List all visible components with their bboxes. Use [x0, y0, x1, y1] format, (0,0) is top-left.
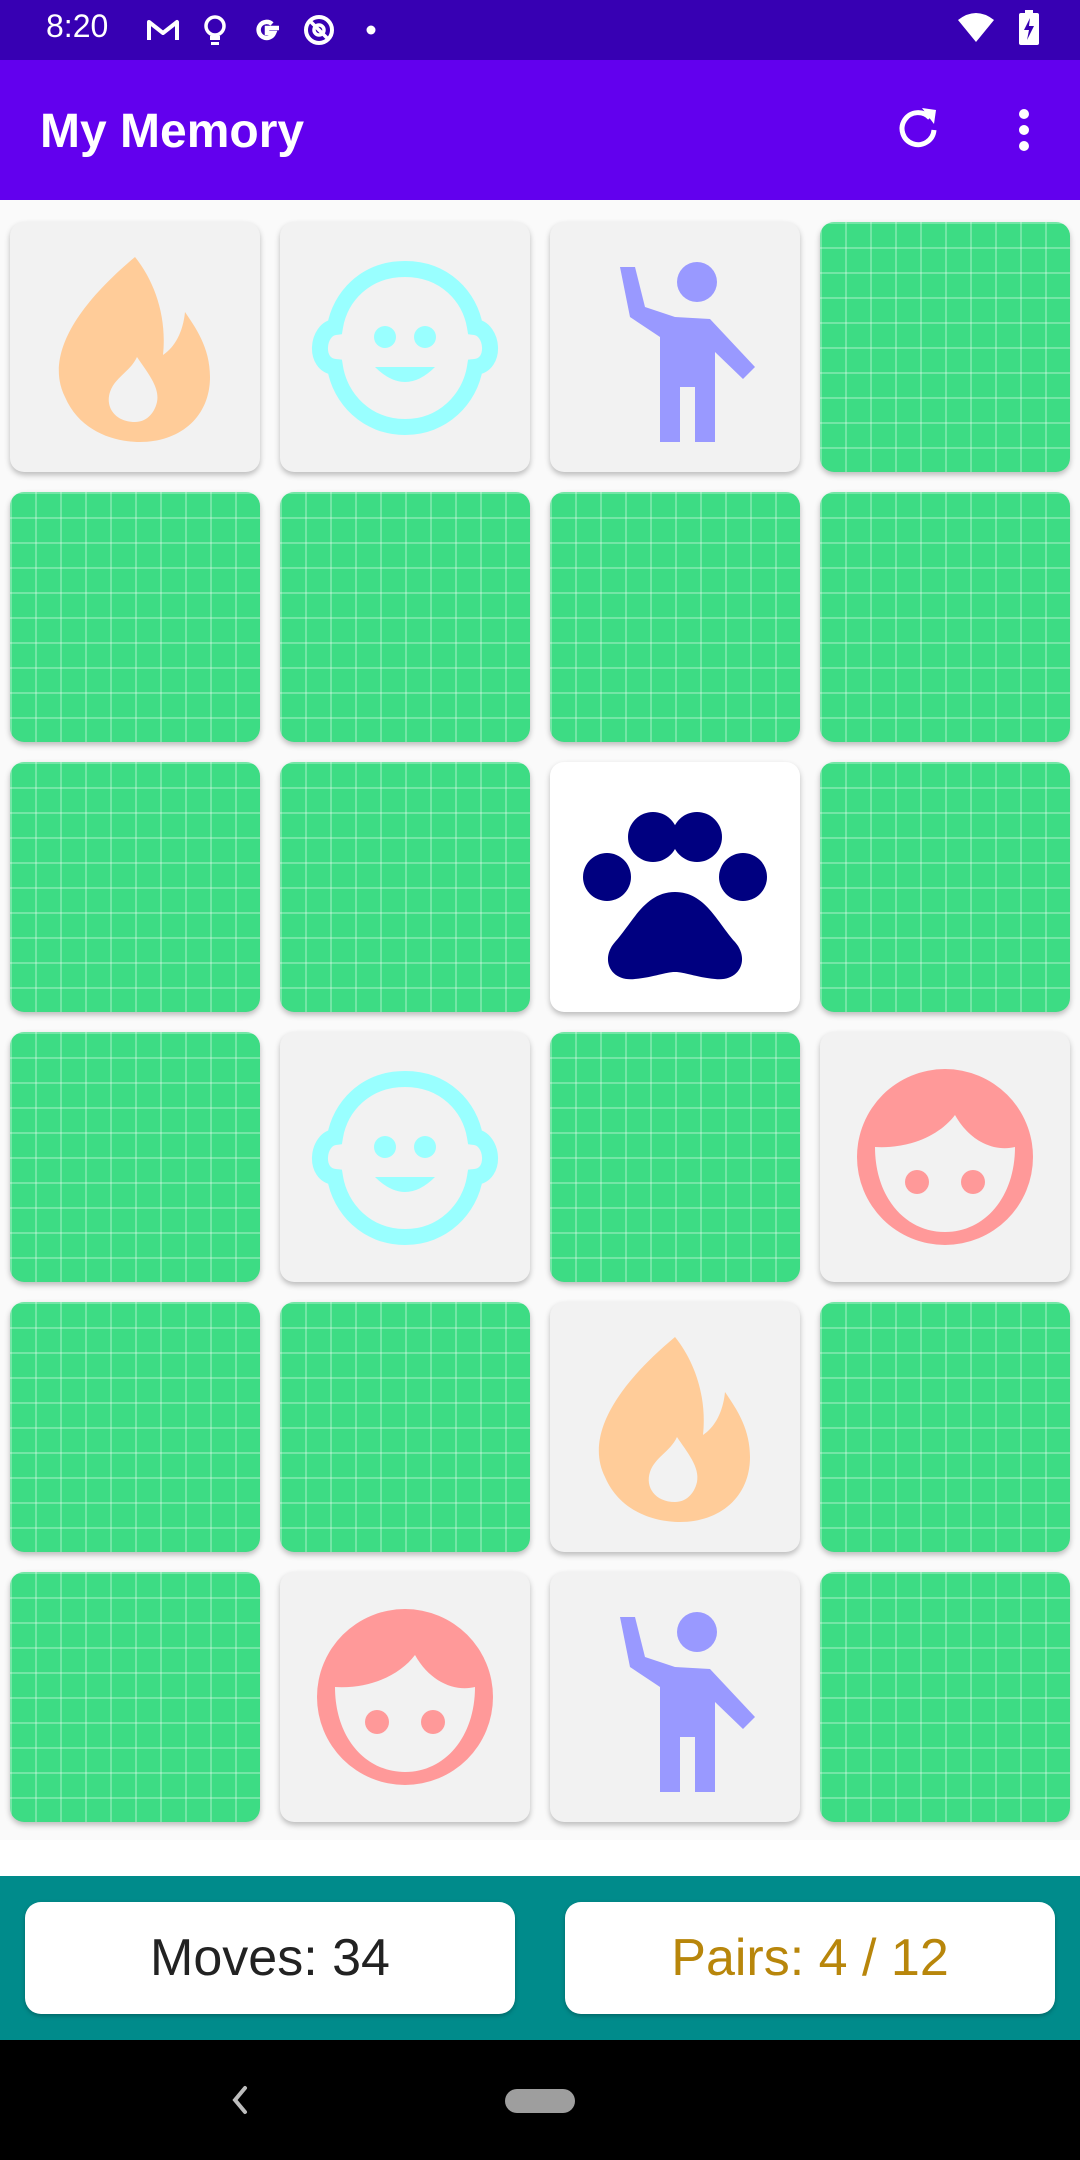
memory-card[interactable]	[550, 1572, 800, 1822]
more-vert-icon[interactable]	[1000, 102, 1048, 158]
memory-card[interactable]	[280, 222, 530, 472]
memory-card[interactable]	[10, 222, 260, 472]
memory-card[interactable]	[550, 1302, 800, 1552]
wifi-icon	[956, 12, 996, 49]
memory-card[interactable]	[820, 1032, 1070, 1282]
memory-card[interactable]	[10, 1302, 260, 1552]
card-grid	[0, 222, 1070, 1822]
gmail-icon	[145, 12, 181, 48]
memory-card[interactable]	[820, 222, 1070, 472]
app-bar: My Memory	[0, 60, 1080, 200]
memory-card[interactable]	[280, 492, 530, 742]
memory-card[interactable]	[550, 492, 800, 742]
google-icon	[249, 12, 285, 48]
memory-card[interactable]	[820, 762, 1070, 1012]
memory-card[interactable]	[280, 1572, 530, 1822]
at-sign-icon	[301, 12, 337, 48]
memory-card[interactable]	[10, 1572, 260, 1822]
status-bar: 8:20	[0, 0, 1080, 60]
moves-counter: Moves: 34	[25, 1902, 515, 2014]
memory-card[interactable]	[280, 1032, 530, 1282]
score-footer: Moves: 34 Pairs: 4 / 12	[0, 1876, 1080, 2040]
home-pill-icon[interactable]	[505, 2089, 575, 2113]
memory-card[interactable]	[550, 762, 800, 1012]
memory-card[interactable]	[820, 1572, 1070, 1822]
memory-card[interactable]	[10, 492, 260, 742]
battery-charging-icon	[1018, 10, 1040, 51]
memory-card[interactable]	[280, 1302, 530, 1552]
app-title: My Memory	[40, 105, 305, 158]
pairs-counter: Pairs: 4 / 12	[565, 1902, 1055, 2014]
back-icon[interactable]	[225, 2076, 255, 2124]
lightbulb-icon	[197, 12, 233, 48]
memory-card[interactable]	[820, 1302, 1070, 1552]
navigation-bar	[0, 2040, 1080, 2160]
memory-card[interactable]	[280, 762, 530, 1012]
memory-card[interactable]	[550, 1032, 800, 1282]
game-board	[0, 200, 1080, 1840]
refresh-icon[interactable]	[890, 102, 946, 158]
status-time: 8:20	[46, 8, 109, 44]
memory-card[interactable]	[820, 492, 1070, 742]
system-status-icons	[956, 10, 1040, 51]
memory-card[interactable]	[550, 222, 800, 472]
dot-icon	[353, 12, 389, 48]
memory-card[interactable]	[10, 762, 260, 1012]
notification-icons	[145, 12, 389, 48]
memory-card[interactable]	[10, 1032, 260, 1282]
